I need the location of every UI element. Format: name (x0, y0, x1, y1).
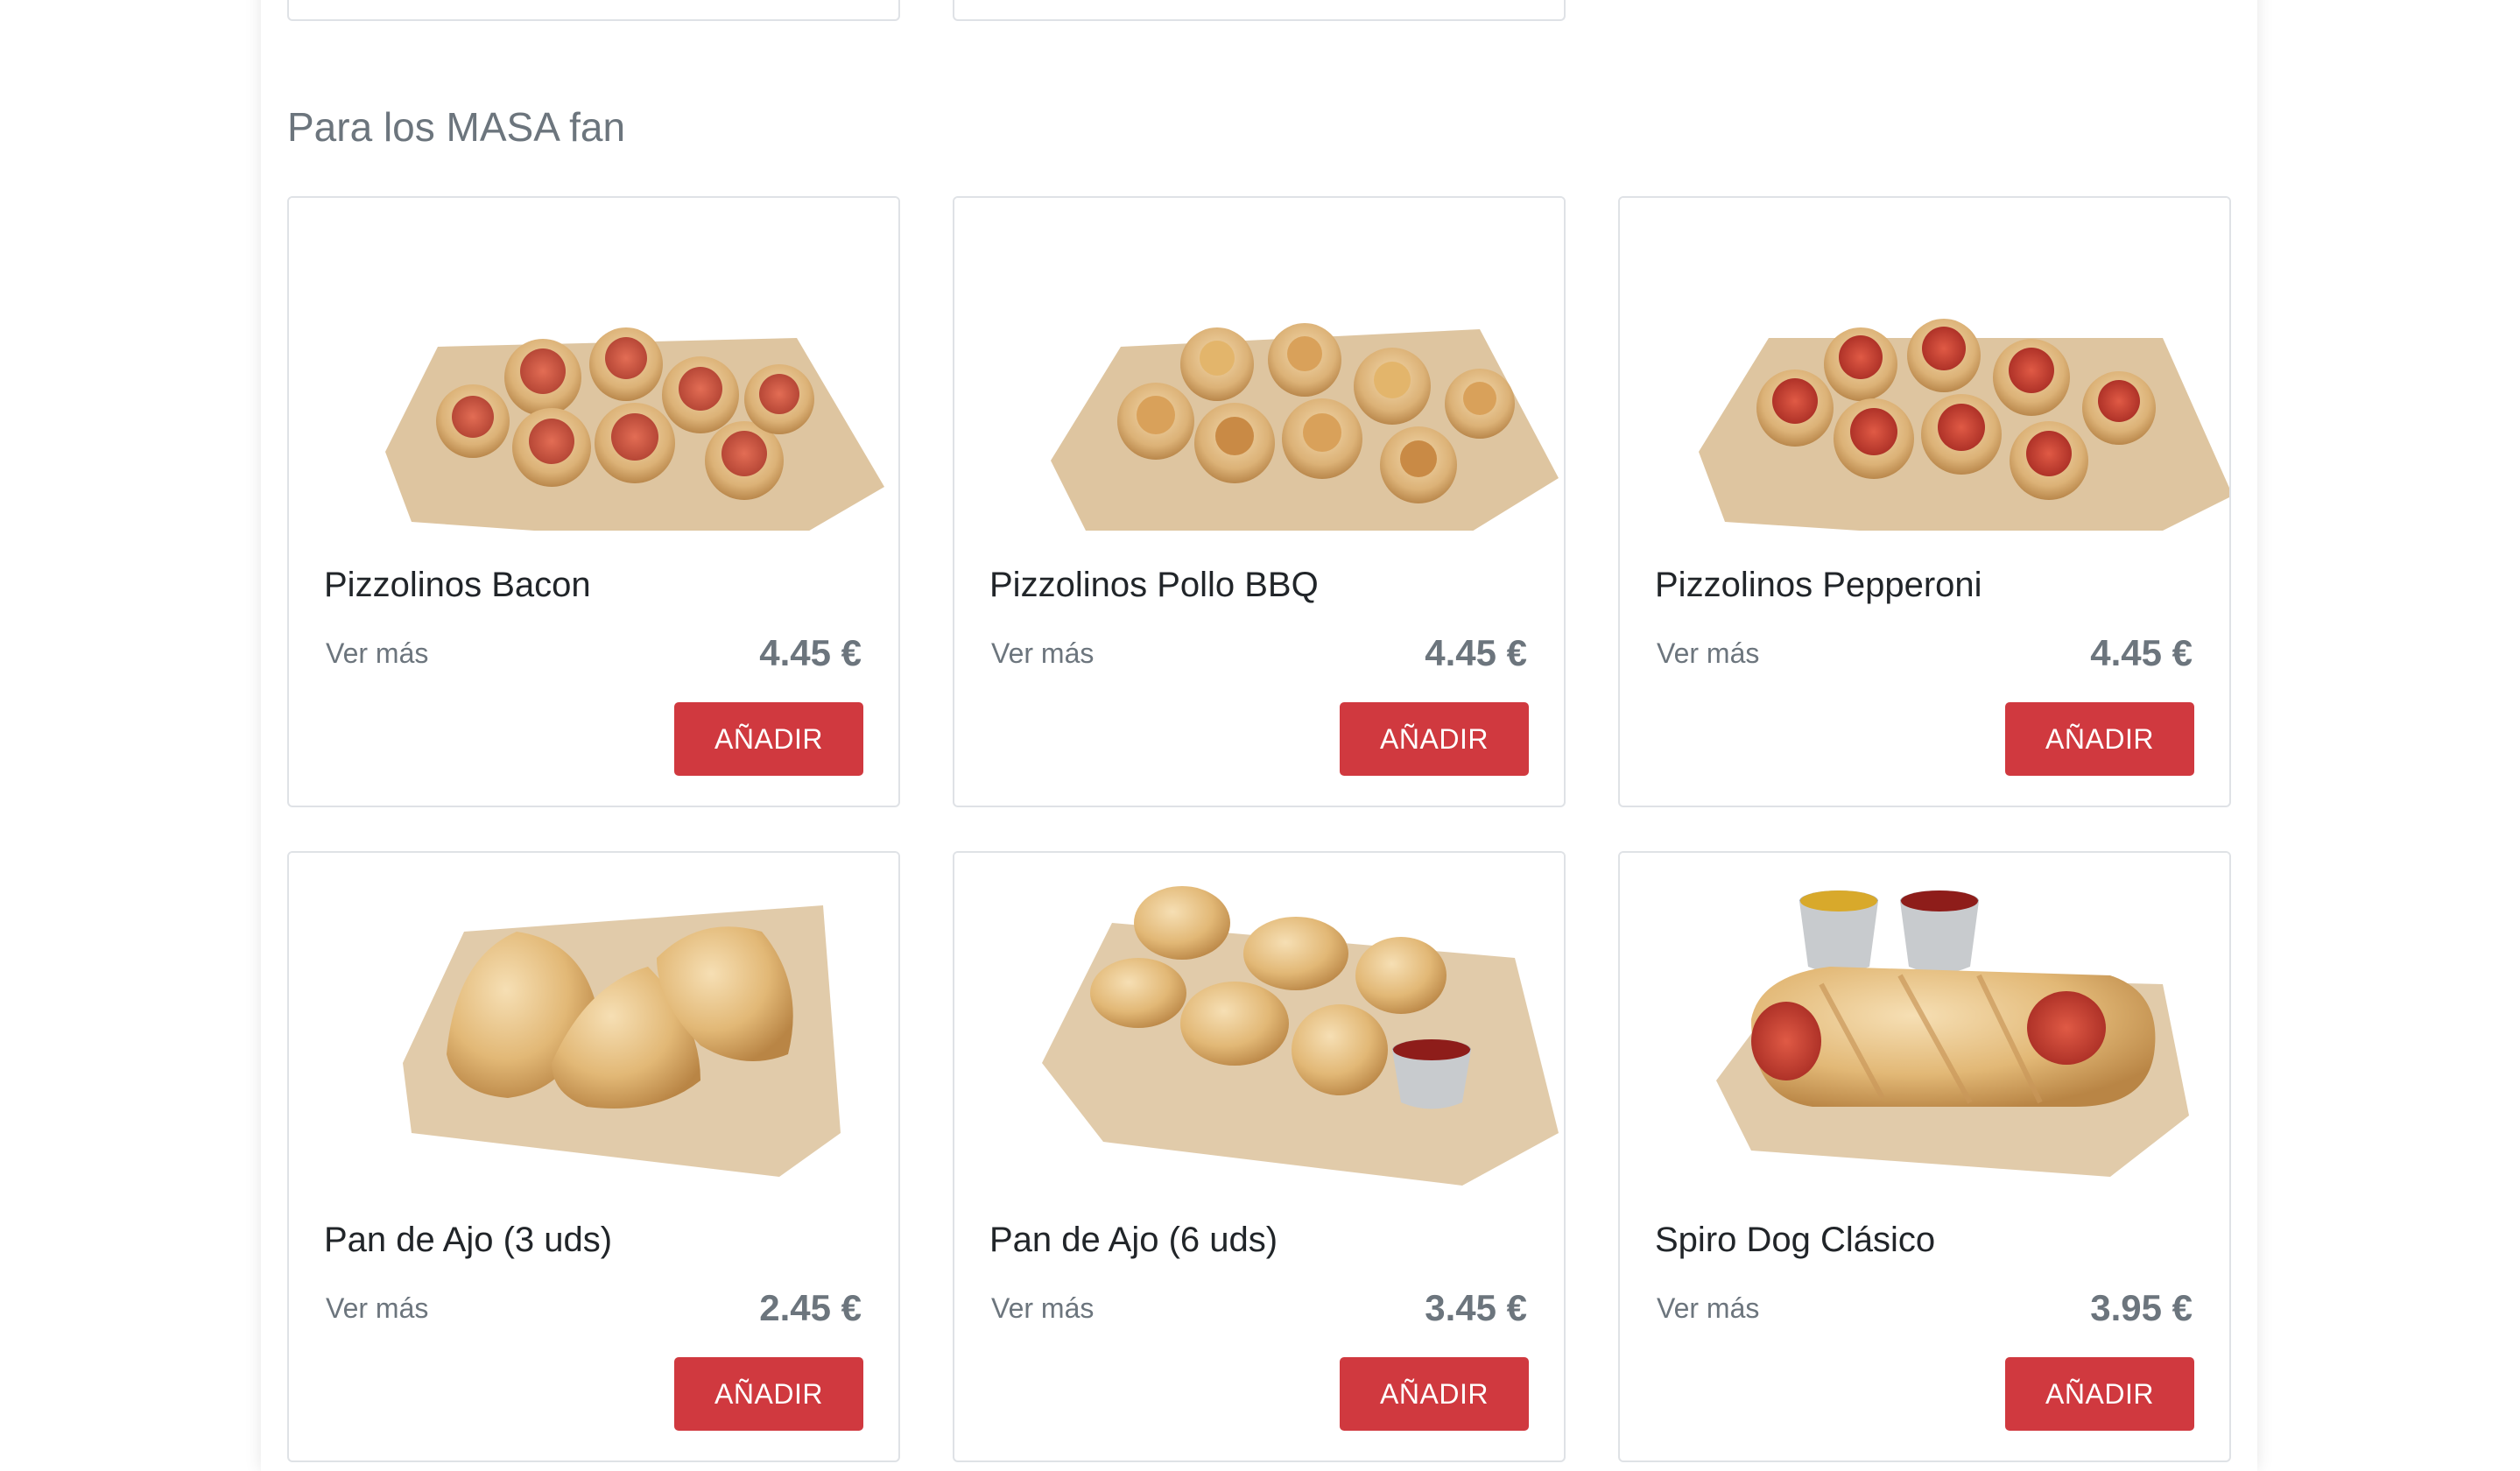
add-to-cart-button[interactable]: AÑADIR (2005, 1357, 2194, 1431)
ver-mas-link[interactable]: Ver más (326, 1292, 428, 1325)
product-price: 2.45 € (759, 1287, 862, 1328)
add-to-cart-button[interactable]: AÑADIR (1340, 702, 1529, 776)
product-name: Pan de Ajo (3 uds) (324, 1221, 613, 1259)
product-price: 3.45 € (1425, 1287, 1527, 1328)
product-card[interactable]: Pizzolinos Bacon Ver más 4.45 € AÑADIR (287, 196, 900, 807)
pizzolinos-bacon-photo[interactable] (289, 198, 898, 531)
add-to-cart-button[interactable]: AÑADIR (1340, 1357, 1529, 1431)
ver-mas-link[interactable]: Ver más (1657, 1292, 1759, 1325)
product-price: 3.95 € (2090, 1287, 2193, 1328)
product-card[interactable]: Pan de Ajo (3 uds) Ver más 2.45 € AÑADIR (287, 851, 900, 1462)
ver-mas-link[interactable]: Ver más (326, 637, 428, 670)
product-card[interactable]: Pizzolinos Pepperoni Ver más 4.45 € AÑAD… (1618, 196, 2231, 807)
section-title: Para los MASA fan (287, 104, 626, 150)
ver-mas-link[interactable]: Ver más (991, 637, 1094, 670)
add-to-cart-button[interactable]: AÑADIR (674, 702, 863, 776)
spiro-dog-photo[interactable] (1620, 853, 2229, 1186)
product-name: Pizzolinos Pepperoni (1655, 566, 1982, 604)
previous-card-bottom (953, 0, 1566, 21)
product-card[interactable]: Spiro Dog Clásico Ver más 3.95 € AÑADIR (1618, 851, 2231, 1462)
product-card[interactable]: Pizzolinos Pollo BBQ Ver más 4.45 € AÑAD… (953, 196, 1566, 807)
product-name: Spiro Dog Clásico (1655, 1221, 1936, 1259)
add-to-cart-button[interactable]: AÑADIR (674, 1357, 863, 1431)
product-name: Pan de Ajo (6 uds) (989, 1221, 1278, 1259)
product-price: 4.45 € (1425, 632, 1527, 673)
product-price: 4.45 € (759, 632, 862, 673)
product-price: 4.45 € (2090, 632, 2193, 673)
ver-mas-link[interactable]: Ver más (991, 1292, 1094, 1325)
pan-de-ajo-6-photo[interactable] (954, 853, 1564, 1186)
product-card[interactable]: Pan de Ajo (6 uds) Ver más 3.45 € AÑADIR (953, 851, 1566, 1462)
previous-card-bottom (287, 0, 900, 21)
pan-de-ajo-3-photo[interactable] (289, 853, 898, 1186)
add-to-cart-button[interactable]: AÑADIR (2005, 702, 2194, 776)
product-name: Pizzolinos Pollo BBQ (989, 566, 1319, 604)
pizzolinos-pollo-bbq-photo[interactable] (954, 198, 1564, 531)
ver-mas-link[interactable]: Ver más (1657, 637, 1759, 670)
pizzolinos-pepperoni-photo[interactable] (1620, 198, 2229, 531)
product-name: Pizzolinos Bacon (324, 566, 591, 604)
